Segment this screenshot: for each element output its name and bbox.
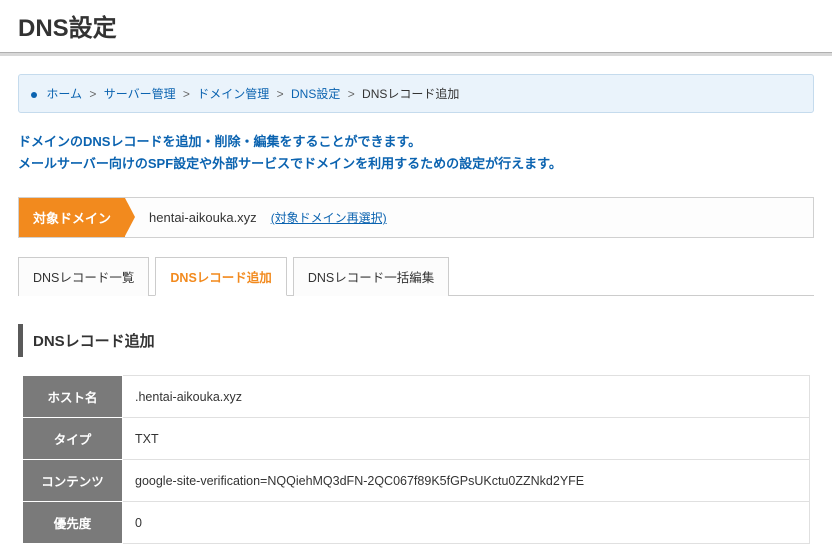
tab-record-list[interactable]: DNSレコード一覧: [18, 257, 149, 296]
breadcrumb-separator: >: [89, 87, 96, 101]
host-label: ホスト名: [23, 376, 123, 418]
desc-line: ドメインのDNSレコードを追加・削除・編集をすることができます。: [18, 131, 814, 153]
host-value: .hentai-aikouka.xyz: [123, 376, 810, 418]
page-title: DNS設定: [0, 0, 832, 56]
reselect-domain-link[interactable]: (対象ドメイン再選択): [271, 209, 387, 226]
type-label: タイプ: [23, 418, 123, 460]
breadcrumb-bullet-icon: [31, 92, 37, 98]
tabs: DNSレコード一覧 DNSレコード追加 DNSレコード一括編集: [18, 256, 814, 296]
breadcrumb-link-home[interactable]: ホーム: [46, 87, 82, 101]
breadcrumb: ホーム > サーバー管理 > ドメイン管理 > DNS設定 > DNSレコード追…: [18, 74, 814, 113]
breadcrumb-current: DNSレコード追加: [362, 87, 459, 101]
target-domain-value-area: hentai-aikouka.xyz (対象ドメイン再選択): [125, 198, 813, 237]
page-description: ドメインのDNSレコードを追加・削除・編集をすることができます。 メールサーバー…: [18, 131, 814, 175]
breadcrumb-link-dns[interactable]: DNS設定: [291, 87, 340, 101]
target-domain-label: 対象ドメイン: [19, 198, 125, 237]
breadcrumb-separator: >: [183, 87, 190, 101]
type-value: TXT: [123, 418, 810, 460]
section-title: DNSレコード追加: [18, 324, 814, 357]
contents-label: コンテンツ: [23, 460, 123, 502]
target-domain-bar: 対象ドメイン hentai-aikouka.xyz (対象ドメイン再選択): [18, 197, 814, 238]
priority-value: 0: [123, 502, 810, 544]
breadcrumb-separator: >: [277, 87, 284, 101]
priority-label: 優先度: [23, 502, 123, 544]
breadcrumb-separator: >: [348, 87, 355, 101]
tab-record-add[interactable]: DNSレコード追加: [155, 257, 286, 296]
dns-record-table: ホスト名 .hentai-aikouka.xyz タイプ TXT コンテンツ g…: [22, 375, 810, 544]
breadcrumb-link-server[interactable]: サーバー管理: [104, 87, 176, 101]
tab-record-bulk-edit[interactable]: DNSレコード一括編集: [293, 257, 449, 296]
desc-line: メールサーバー向けのSPF設定や外部サービスでドメインを利用するための設定が行え…: [18, 153, 814, 175]
target-domain-value: hentai-aikouka.xyz: [149, 210, 257, 225]
breadcrumb-link-domain[interactable]: ドメイン管理: [197, 87, 269, 101]
contents-value: google-site-verification=NQQiehMQ3dFN-2Q…: [123, 460, 810, 502]
